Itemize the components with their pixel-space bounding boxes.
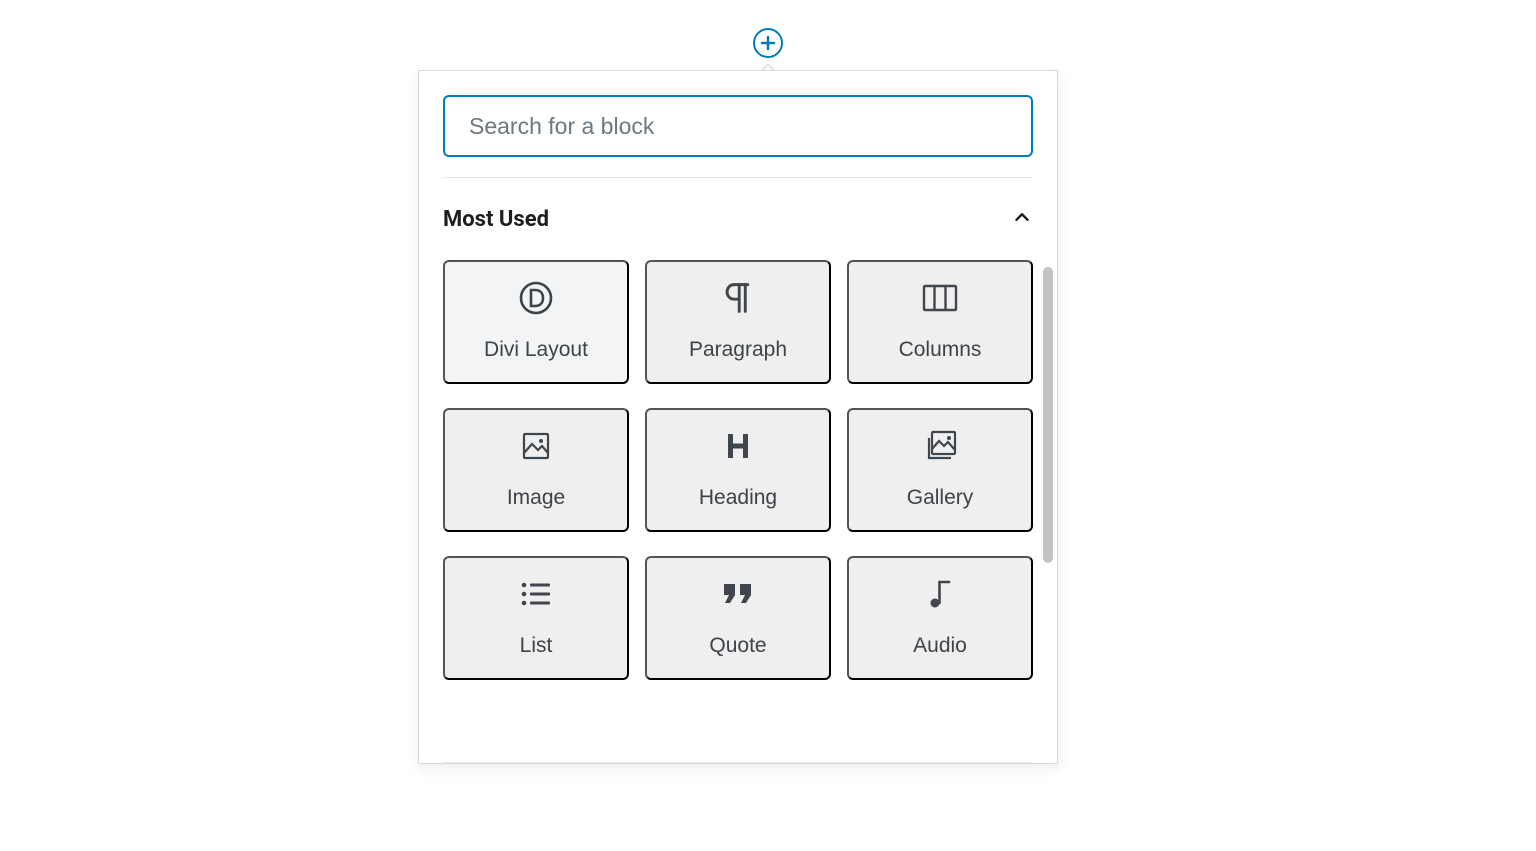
- list-icon: [518, 576, 554, 612]
- heading-icon: [720, 428, 756, 464]
- search-wrap: [419, 71, 1057, 177]
- block-item-gallery[interactable]: Gallery: [847, 408, 1033, 532]
- block-label: Paragraph: [689, 338, 787, 362]
- block-label: List: [520, 634, 553, 658]
- block-label: Audio: [913, 634, 967, 658]
- paragraph-icon: [720, 280, 756, 316]
- quote-icon: [720, 576, 756, 612]
- block-item-quote[interactable]: Quote: [645, 556, 831, 680]
- block-item-list[interactable]: List: [443, 556, 629, 680]
- columns-icon: [922, 280, 958, 316]
- audio-icon: [922, 576, 958, 612]
- scrollbar[interactable]: [1043, 145, 1053, 759]
- gallery-icon: [922, 428, 958, 464]
- block-item-columns[interactable]: Columns: [847, 260, 1033, 384]
- block-label: Columns: [899, 338, 982, 362]
- block-label: Quote: [709, 634, 766, 658]
- block-item-image[interactable]: Image: [443, 408, 629, 532]
- block-label: Heading: [699, 486, 777, 510]
- block-inserter-toggle[interactable]: [753, 28, 783, 58]
- block-list-scroll-area: Most Used Divi Layout: [443, 177, 1033, 762]
- block-item-audio[interactable]: Audio: [847, 556, 1033, 680]
- scrollbar-thumb[interactable]: [1043, 267, 1053, 563]
- section-most-used-toggle[interactable]: Most Used: [443, 178, 1033, 242]
- image-icon: [518, 428, 554, 464]
- divi-icon: [518, 280, 554, 316]
- chevron-up-icon: [1011, 206, 1033, 232]
- plus-icon: [760, 35, 776, 51]
- editor-canvas: Most Used Divi Layout: [0, 0, 1536, 851]
- section-title: Most Used: [443, 207, 549, 232]
- block-label: Gallery: [907, 486, 974, 510]
- block-item-heading[interactable]: Heading: [645, 408, 831, 532]
- block-item-divi-layout[interactable]: Divi Layout: [443, 260, 629, 384]
- block-item-paragraph[interactable]: Paragraph: [645, 260, 831, 384]
- block-label: Image: [507, 486, 565, 510]
- block-inserter-panel: Most Used Divi Layout: [418, 70, 1058, 764]
- block-search-input[interactable]: [443, 95, 1033, 157]
- block-grid: Divi Layout Paragraph: [443, 242, 1033, 710]
- panel-divider: [443, 762, 1033, 763]
- block-label: Divi Layout: [484, 338, 588, 362]
